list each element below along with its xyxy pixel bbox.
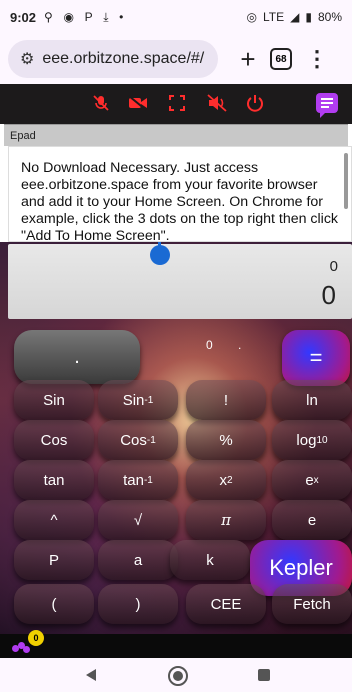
- camera-off-icon[interactable]: [127, 92, 149, 114]
- home-icon[interactable]: [168, 666, 188, 686]
- power-icon[interactable]: [244, 92, 266, 114]
- network-label: LTE: [263, 10, 285, 24]
- display-secondary: 0: [329, 258, 338, 275]
- a-button[interactable]: a: [98, 540, 178, 580]
- mic-off-icon[interactable]: [90, 92, 112, 114]
- p-button[interactable]: P: [14, 540, 94, 580]
- sqrt-button[interactable]: √: [98, 500, 178, 540]
- arcsin-label: Sin: [122, 391, 145, 409]
- status-time: 9:02: [10, 9, 37, 25]
- battery-level: 80%: [317, 10, 342, 24]
- square-button[interactable]: x2: [186, 460, 266, 500]
- mini-display-zero: 0: [206, 338, 213, 352]
- notification-download-icon: ⤓: [103, 10, 109, 24]
- display-main: 0: [321, 280, 336, 310]
- cos-button[interactable]: Cos: [14, 420, 94, 460]
- calculator-display: 0 0: [8, 244, 352, 319]
- fullscreen-icon[interactable]: [166, 92, 188, 114]
- euler-button[interactable]: e: [272, 500, 352, 540]
- square-exponent: 2: [226, 474, 233, 486]
- pi-button[interactable]: π: [186, 500, 266, 540]
- decimal-pill-button[interactable]: .: [14, 330, 140, 384]
- arccos-exponent: -1: [146, 434, 156, 446]
- epad-text[interactable]: No Download Necessary. Just access eee.o…: [21, 160, 338, 241]
- log-label: log: [296, 431, 317, 449]
- people-count-badge: 0: [28, 630, 44, 646]
- status-right: ◎ LTE ◢ ▮ 80%: [247, 10, 342, 24]
- system-nav-bar: [0, 658, 352, 692]
- log10-button[interactable]: log 10: [272, 420, 352, 460]
- url-bar[interactable]: ⚙ eee.orbitzone.space/#/: [8, 40, 218, 78]
- site-settings-icon[interactable]: ⚙: [20, 49, 34, 69]
- back-icon[interactable]: [86, 669, 96, 681]
- arccos-button[interactable]: Cos -1: [98, 420, 178, 460]
- calculator: 0 0 . 0 . = Sin Sin -1 ! ln Cos Cos -1 % l…: [0, 242, 352, 634]
- status-bar: 9:02 ⚲ ◉ P ⤓ • ◎ LTE ◢ ▮ 80%: [0, 0, 352, 34]
- new-tab-button[interactable]: +: [228, 39, 268, 79]
- epad-scrollbar[interactable]: [344, 153, 348, 209]
- arctan-label: tan: [123, 471, 144, 489]
- notification-chat-icon: ◉: [63, 10, 74, 24]
- app-bottom-bar: 0: [0, 630, 352, 658]
- cee-button[interactable]: CEE: [186, 584, 266, 624]
- hotspot-icon: ◎: [246, 10, 257, 24]
- browser-toolbar: ⚙ eee.orbitzone.space/#/ + 68 ⋮: [0, 34, 352, 84]
- arctan-exponent: -1: [143, 474, 153, 486]
- exp-label: e: [305, 471, 314, 489]
- k-button[interactable]: k: [170, 540, 250, 580]
- recent-apps-icon[interactable]: [258, 669, 270, 681]
- sin-button[interactable]: Sin: [14, 380, 94, 420]
- exp-exponent: x: [313, 474, 319, 486]
- people-icon[interactable]: [12, 642, 30, 656]
- arctan-button[interactable]: tan -1: [98, 460, 178, 500]
- url-text[interactable]: eee.orbitzone.space/#/: [42, 50, 204, 68]
- fetch-button[interactable]: Fetch: [272, 584, 352, 624]
- square-label: x: [219, 471, 227, 489]
- epad-title: Epad: [4, 124, 348, 146]
- speaker-off-icon[interactable]: [206, 92, 228, 114]
- factorial-button[interactable]: !: [186, 380, 266, 420]
- chat-icon[interactable]: [316, 93, 338, 118]
- tab-switcher-button[interactable]: 68: [270, 48, 292, 70]
- exp-button[interactable]: ex: [272, 460, 352, 500]
- app-toolbar: [0, 84, 352, 124]
- notification-dot-icon: •: [119, 10, 124, 24]
- left-paren-button[interactable]: (: [14, 584, 94, 624]
- log-subscript: 10: [316, 434, 328, 446]
- arccos-label: Cos: [120, 431, 147, 449]
- arcsin-button[interactable]: Sin -1: [98, 380, 178, 420]
- tan-button[interactable]: tan: [14, 460, 94, 500]
- signal-icon: ◢: [290, 10, 300, 24]
- notification-icons: ⚲ ◉ P ⤓ •: [44, 9, 130, 25]
- mini-display: 0 .: [172, 338, 272, 362]
- power-button[interactable]: ^: [14, 500, 94, 540]
- mini-display-dot: .: [238, 338, 242, 352]
- equals-button[interactable]: =: [282, 330, 350, 386]
- percent-button[interactable]: %: [186, 420, 266, 460]
- right-paren-button[interactable]: ): [98, 584, 178, 624]
- epad-textarea[interactable]: No Download Necessary. Just access eee.o…: [8, 146, 352, 242]
- text-selection-handle[interactable]: [150, 242, 170, 265]
- notification-person-icon: ⚲: [44, 10, 53, 24]
- notification-p-icon: P: [84, 10, 93, 24]
- ln-button[interactable]: ln: [272, 380, 352, 420]
- arcsin-exponent: -1: [144, 394, 154, 406]
- battery-icon: ▮: [305, 10, 312, 24]
- browser-menu-button[interactable]: ⋮: [306, 46, 328, 72]
